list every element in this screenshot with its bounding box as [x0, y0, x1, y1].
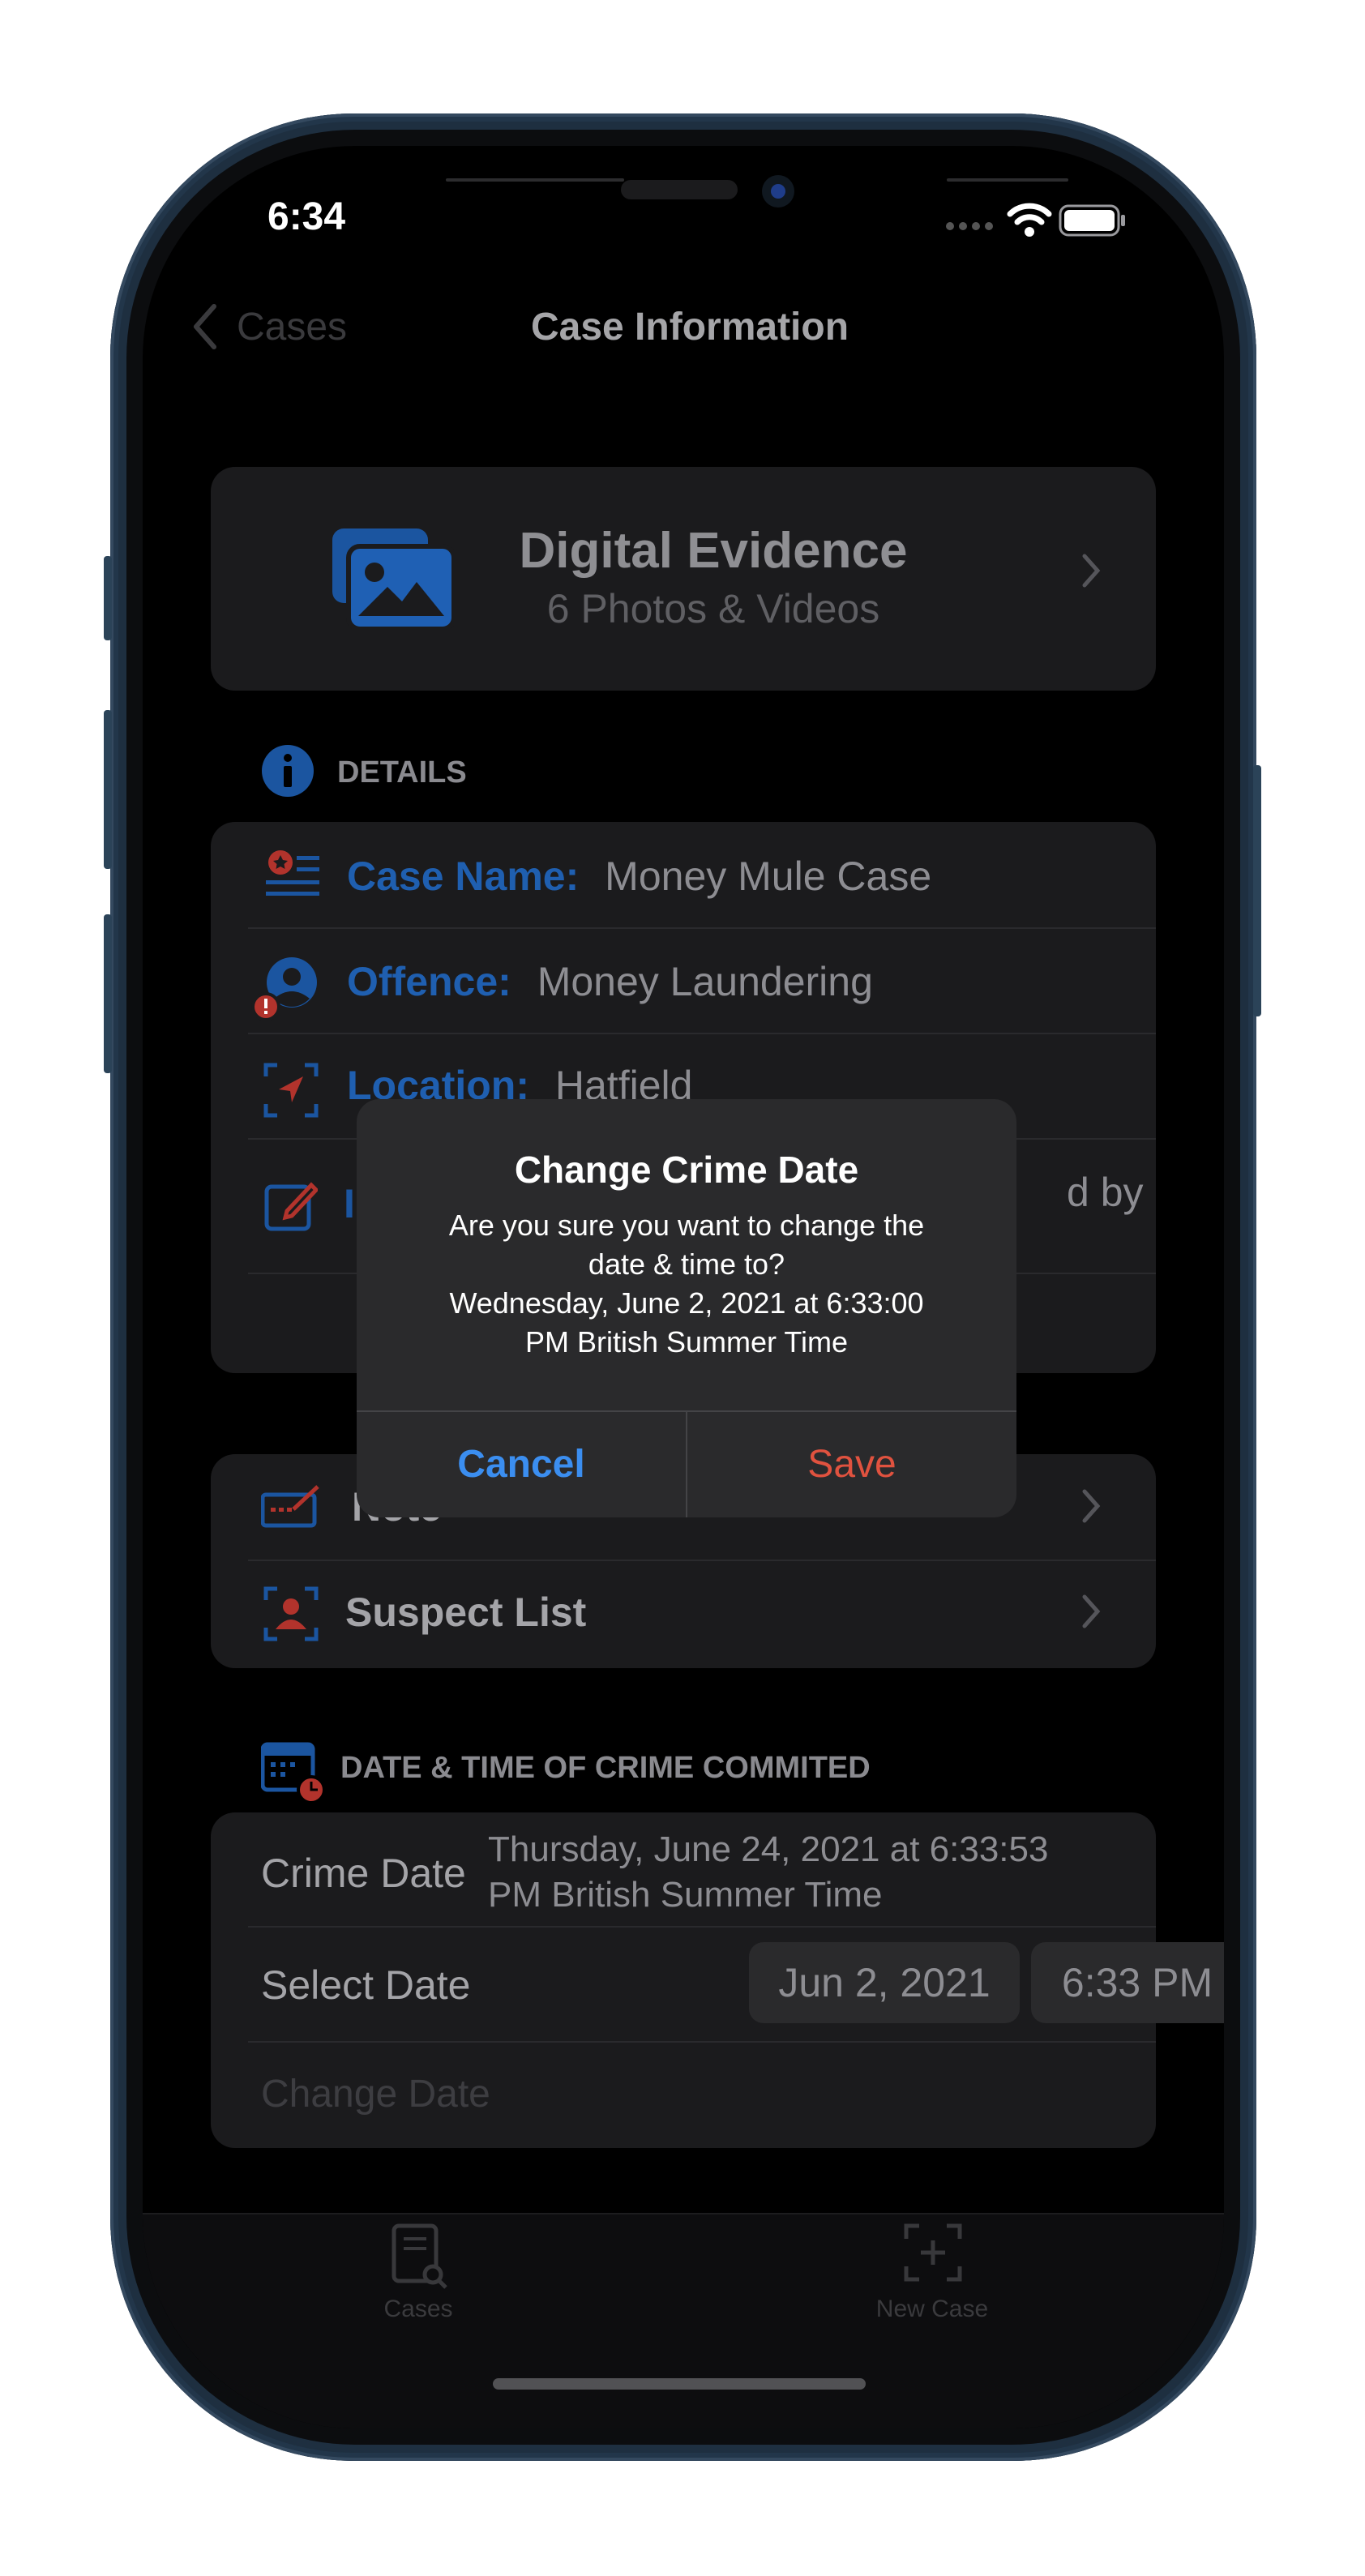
edit-icon — [264, 1179, 319, 1236]
suspect-list-label[interactable]: Suspect List — [345, 1589, 586, 1636]
signal-icon — [945, 220, 994, 235]
nav-title: Case Information — [530, 306, 849, 349]
evidence-subtitle: 6 Photos & Videos — [546, 586, 880, 631]
status-time: 6:34 — [267, 195, 346, 238]
chevron-right-icon — [1081, 1594, 1101, 1633]
alert-message-line2: date & time to? — [588, 1247, 785, 1281]
details-header: DETAILS — [337, 755, 467, 789]
row-divider — [248, 1033, 1156, 1034]
alert-cancel-button[interactable]: Cancel — [357, 1412, 686, 1517]
crime-date-value: Thursday, June 24, 2021 at 6:33:53 PM Br… — [488, 1827, 1048, 1918]
alert-save-button[interactable]: Save — [687, 1412, 1016, 1517]
new-case-tab-icon — [903, 2223, 963, 2287]
description-partial-text: d by — [1067, 1170, 1144, 1215]
evidence-title: Digital Evidence — [519, 523, 908, 579]
row-divider — [248, 1926, 1156, 1928]
change-crime-date-alert: Change Crime Date Are you sure you want … — [357, 1099, 1016, 1517]
time-picker-pill[interactable]: 6:33 PM — [1031, 1942, 1224, 2023]
alert-message-line4: PM British Summer Time — [524, 1325, 849, 1359]
case-name-value: Money Mule Case — [605, 854, 932, 899]
mute-switch — [104, 556, 112, 640]
location-icon — [263, 1062, 319, 1123]
volume-up-button — [104, 710, 112, 869]
cases-tab[interactable]: Cases — [337, 2296, 499, 2323]
case-name-label: Case Name: — [347, 854, 580, 899]
offence-row[interactable]: Offence: Money Laundering — [347, 958, 873, 1005]
crime-date-header: DATE & TIME OF CRIME COMMITED — [340, 1751, 871, 1785]
sensor-line-right — [947, 178, 1068, 182]
chevron-right-icon — [1081, 551, 1101, 598]
suspect-icon — [263, 1585, 319, 1646]
volume-down-button — [104, 914, 112, 1073]
chevron-right-icon — [1081, 1488, 1101, 1528]
home-indicator — [493, 2378, 866, 2390]
alert-title: Change Crime Date — [514, 1149, 859, 1191]
power-button — [1253, 765, 1261, 1016]
crime-date-value-line1: Thursday, June 24, 2021 at 6:33:53 — [488, 1829, 1049, 1869]
info-icon — [261, 744, 315, 802]
description-label-fragment: I — [344, 1181, 355, 1226]
offence-value: Money Laundering — [537, 959, 873, 1004]
alert-message-line1: Are you sure you want to change the — [448, 1209, 925, 1242]
row-divider — [248, 2041, 1156, 2043]
tab-bar — [143, 2213, 1224, 2428]
crime-date-card: Crime Date Thursday, June 24, 2021 at 6:… — [211, 1812, 1224, 2148]
offence-label: Offence: — [347, 959, 511, 1004]
speaker-grille — [621, 180, 738, 199]
back-chevron-icon[interactable] — [191, 303, 219, 354]
offence-icon — [251, 956, 319, 1025]
alert-message-line3: Wednesday, June 2, 2021 at 6:33:00 — [449, 1286, 924, 1320]
front-camera — [762, 175, 794, 208]
row-divider — [248, 927, 1156, 929]
new-case-tab[interactable]: New Case — [835, 2296, 1029, 2323]
select-date-label: Select Date — [261, 1962, 471, 2008]
date-picker-pill[interactable]: Jun 2, 2021 — [749, 1942, 1020, 2023]
crime-date-label: Crime Date — [261, 1851, 466, 1896]
back-button[interactable]: Cases — [237, 305, 347, 349]
battery-icon — [1059, 204, 1127, 241]
row-divider — [248, 1560, 1156, 1561]
digital-evidence-card[interactable]: Digital Evidence 6 Photos & Videos — [211, 467, 1156, 691]
cases-tab-icon — [391, 2223, 451, 2295]
alert-message: Are you sure you want to change the date… — [357, 1206, 1016, 1362]
sensor-line-left — [446, 178, 624, 182]
wifi-icon — [1007, 203, 1052, 241]
crime-date-value-line2: PM British Summer Time — [488, 1875, 883, 1915]
note-icon — [260, 1483, 323, 1533]
case-name-icon — [264, 849, 321, 902]
case-name-row[interactable]: Case Name: Money Mule Case — [347, 853, 931, 900]
calendar-icon — [260, 1739, 327, 1810]
change-date-button[interactable]: Change Date — [261, 2072, 490, 2116]
photos-icon — [332, 528, 456, 633]
